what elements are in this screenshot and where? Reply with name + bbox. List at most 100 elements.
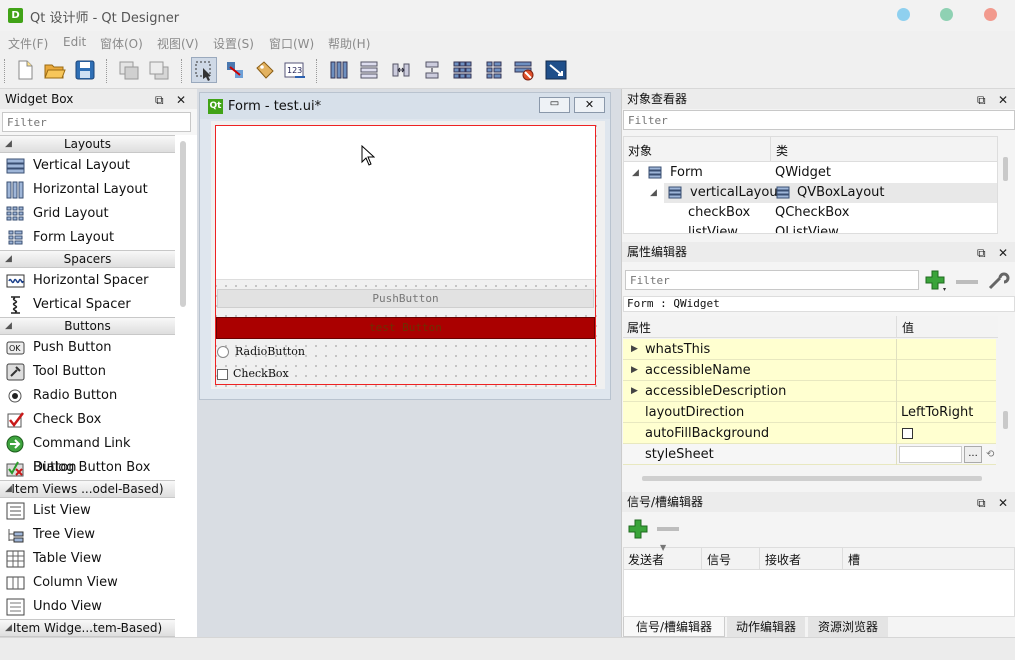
float-dock-icon[interactable]: ⧉	[155, 90, 164, 110]
widget-item-check-box[interactable]: Check Box	[0, 408, 175, 432]
lay-out-splitter-vertical-icon[interactable]	[419, 57, 445, 83]
minimize-window-button[interactable]	[897, 8, 910, 21]
expand-arrow-icon[interactable]: ▶	[631, 339, 638, 360]
stylesheet-edit-button[interactable]: ...	[964, 446, 982, 463]
property-row-whatsthis[interactable]: ▶ whatsThis	[623, 339, 996, 360]
expand-arrow-icon[interactable]: ◢	[632, 163, 639, 183]
maximize-window-button[interactable]	[940, 8, 953, 21]
lay-out-in-form-icon[interactable]	[481, 57, 507, 83]
property-row-stylesheet[interactable]: styleSheet... ⟲	[623, 444, 996, 465]
column-header-sender[interactable]: 发送者	[628, 551, 664, 568]
widget-box-filter-input[interactable]	[2, 112, 191, 132]
list-view-widget[interactable]	[216, 126, 595, 280]
object-tree-scrollbar[interactable]	[1003, 157, 1008, 181]
widget-item-push-button[interactable]: OK Push Button	[0, 336, 175, 360]
property-horizontal-scrollbar[interactable]	[642, 476, 982, 481]
widget-item-table-view[interactable]: Table View	[0, 547, 175, 571]
property-filter-input[interactable]	[625, 270, 919, 290]
widget-item-tool-button[interactable]: Tool Button	[0, 360, 175, 384]
expand-arrow-icon[interactable]: ▶	[631, 381, 638, 402]
menu-file[interactable]: 文件(F)	[8, 35, 48, 52]
widget-item-dialog-button-box[interactable]: Dialog Button Box	[0, 456, 175, 480]
category-spacers[interactable]: ◢ Spacers	[0, 250, 175, 268]
widget-item-undo-view[interactable]: Undo View	[0, 595, 175, 619]
widget-item-vertical-layout[interactable]: Vertical Layout	[0, 154, 175, 178]
column-header-signal[interactable]: 信号	[707, 551, 731, 568]
property-row-accessiblename[interactable]: ▶ accessibleName	[623, 360, 996, 381]
expand-arrow-icon[interactable]: ◢	[650, 183, 657, 203]
form-minimize-button[interactable]: ▭	[539, 97, 570, 113]
tab-signal-slot-editor[interactable]: 信号/槽编辑器	[623, 617, 725, 637]
widget-item-grid-layout[interactable]: Grid Layout	[0, 202, 175, 226]
close-dock-icon[interactable]: ✕	[176, 90, 186, 110]
send-to-back-icon[interactable]	[116, 57, 142, 83]
form-close-button[interactable]: ✕	[574, 97, 605, 113]
break-layout-icon[interactable]	[512, 57, 538, 83]
close-dock-icon[interactable]: ✕	[998, 90, 1008, 110]
float-dock-icon[interactable]: ⧉	[977, 493, 986, 513]
add-connection-icon[interactable]	[627, 518, 649, 540]
object-tree[interactable]: 对象 类 ◢ Form QWidget ◢ verticalLayout QVB…	[623, 136, 998, 234]
test-button-widget[interactable]: test Button	[216, 317, 595, 339]
menu-view[interactable]: 视图(V)	[157, 35, 199, 52]
menu-edit[interactable]: Edit	[63, 35, 86, 49]
bring-to-front-icon[interactable]	[146, 57, 172, 83]
menu-form[interactable]: 窗体(O)	[100, 35, 143, 52]
widget-item-form-layout[interactable]: Form Layout	[0, 226, 175, 250]
widget-item-list-view[interactable]: List View	[0, 499, 175, 523]
column-header-receiver[interactable]: 接收者	[765, 551, 801, 568]
float-dock-icon[interactable]: ⧉	[977, 243, 986, 263]
adjust-size-icon[interactable]	[543, 57, 569, 83]
remove-connection-icon[interactable]	[657, 527, 679, 531]
autofill-checkbox[interactable]	[902, 428, 913, 439]
connections-table[interactable]: 发送者 ▼ 信号 接收者 槽	[623, 543, 1015, 617]
form-canvas[interactable]: PushButton test Button RadioButton Check…	[211, 121, 605, 389]
remove-property-icon[interactable]	[956, 280, 978, 284]
tree-row-vertical-layout[interactable]: ◢ verticalLayout QVBoxLayout	[650, 183, 997, 203]
widget-item-horizontal-layout[interactable]: Horizontal Layout	[0, 178, 175, 202]
close-dock-icon[interactable]: ✕	[998, 493, 1008, 513]
lay-out-in-grid-icon[interactable]	[450, 57, 476, 83]
column-header-property[interactable]: 属性	[627, 319, 651, 336]
add-dynamic-property-icon[interactable]	[924, 269, 948, 293]
menu-help[interactable]: 帮助(H)	[328, 35, 370, 52]
property-row-accessibledescription[interactable]: ▶ accessibleDescription	[623, 381, 996, 402]
push-button-widget[interactable]: PushButton	[217, 289, 594, 308]
category-item-views[interactable]: ◢ Item Views ...odel-Based)	[0, 480, 175, 498]
radio-button-label[interactable]: RadioButton	[235, 345, 305, 358]
column-header-class[interactable]: 类	[776, 142, 788, 159]
reset-property-icon[interactable]: ⟲	[986, 444, 994, 465]
column-header-object[interactable]: 对象	[628, 142, 652, 159]
expand-arrow-icon[interactable]: ▶	[631, 360, 638, 381]
property-row-layoutdirection[interactable]: layoutDirection LeftToRight	[623, 402, 996, 423]
lay-out-vertically-icon[interactable]	[356, 57, 382, 83]
property-table-scrollbar[interactable]	[1003, 411, 1008, 429]
menu-window[interactable]: 窗口(W)	[269, 35, 314, 52]
radio-indicator-icon[interactable]	[217, 346, 229, 358]
save-icon[interactable]	[72, 57, 98, 83]
widget-item-tree-view[interactable]: Tree View	[0, 523, 175, 547]
close-window-button[interactable]	[984, 8, 997, 21]
widget-item-column-view[interactable]: Column View	[0, 571, 175, 595]
lay-out-splitter-horizontal-icon[interactable]	[388, 57, 414, 83]
configure-wrench-icon[interactable]	[986, 268, 1010, 292]
edit-widgets-icon[interactable]	[191, 57, 217, 83]
layout-direction-value[interactable]: LeftToRight	[901, 402, 973, 423]
category-item-widgets[interactable]: ◢ Item Widge...tem-Based)	[0, 619, 175, 637]
float-dock-icon[interactable]: ⧉	[977, 90, 986, 110]
widget-item-horizontal-spacer[interactable]: Horizontal Spacer	[0, 269, 175, 293]
tree-row-checkbox[interactable]: checkBox QCheckBox	[624, 203, 997, 223]
property-row-autofillbackground[interactable]: autoFillBackground	[623, 423, 996, 444]
widget-item-radio-button[interactable]: Radio Button	[0, 384, 175, 408]
close-dock-icon[interactable]: ✕	[998, 243, 1008, 263]
tree-row-form[interactable]: ◢ Form QWidget	[624, 163, 997, 183]
menu-settings[interactable]: 设置(S)	[213, 35, 254, 52]
stylesheet-value-field[interactable]	[899, 446, 962, 463]
column-header-value[interactable]: 值	[902, 319, 914, 336]
widget-list-scrollbar[interactable]	[180, 141, 186, 307]
widget-item-command-link-button[interactable]: Command Link Button	[0, 432, 175, 475]
object-filter-input[interactable]	[623, 110, 1015, 130]
column-header-slot[interactable]: 槽	[848, 551, 860, 568]
widget-item-vertical-spacer[interactable]: Vertical Spacer	[0, 293, 175, 317]
category-layouts[interactable]: ◢ Layouts	[0, 135, 175, 153]
